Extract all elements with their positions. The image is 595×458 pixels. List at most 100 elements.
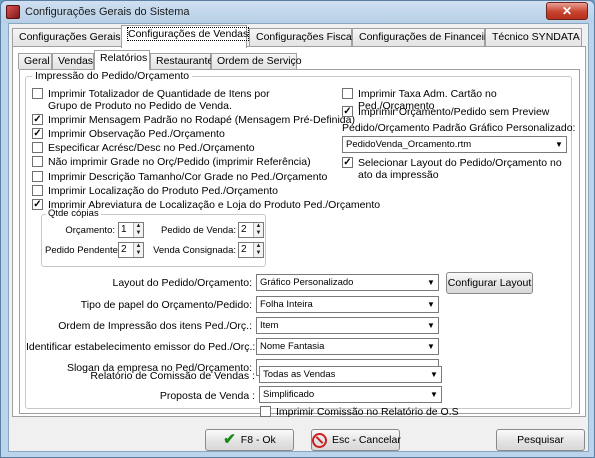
spinner-value: 2 (241, 224, 247, 235)
venda-consignada-spinner[interactable]: 2 ▲ ▼ (238, 242, 264, 258)
checkbox-box (32, 171, 43, 182)
chk-acresc-desc[interactable]: Especificar Acrésc/Desc no Ped./Orçament… (32, 142, 255, 154)
select-value: Item (260, 320, 279, 331)
title-bar[interactable]: Configurações Gerais do Sistema ✕ (1, 1, 594, 23)
pedido-pendente-label: Pedido Pendente: (45, 245, 121, 256)
padrao-grafico-select[interactable]: PedidoVenda_Orcamento.rtm ▼ (342, 136, 567, 153)
checkbox-label: Especificar Acrésc/Desc no Ped./Orçament… (48, 142, 255, 154)
client-area: Configurações Gerais Configurações de Ve… (8, 23, 589, 452)
qtde-title: Qtde cópias (46, 208, 101, 219)
proposta-label: Proposta de Venda : (159, 390, 255, 402)
select-value: Todas as Vendas (263, 369, 336, 380)
vendas-tab-panel: Geral Vendas Relatórios Restaurante Orde… (12, 46, 586, 417)
main-window: Configurações Gerais do Sistema ✕ Config… (0, 0, 595, 458)
tab-label: Configurações Fiscais (256, 31, 360, 43)
impressao-groupbox: Impressão do Pedido/Orçamento Imprimir T… (25, 70, 576, 409)
chevron-down-icon[interactable]: ▼ (424, 318, 438, 333)
subtab-geral[interactable]: Geral (18, 53, 52, 69)
chk-imprimir-comissao[interactable]: Imprimir Comissão no Relatório de O.S (260, 406, 459, 418)
spinner-value: 2 (121, 244, 127, 255)
identificar-label: Identificar estabelecimento emissor do P… (26, 341, 256, 353)
tab-configuracoes-vendas[interactable]: Configurações de Vendas (121, 25, 250, 48)
layout-label: Layout do Pedido/Orçamento: (112, 277, 252, 289)
check-icon: ✔ (223, 431, 236, 449)
spinner-arrows-icon[interactable]: ▲ ▼ (253, 223, 263, 237)
select-value: PedidoVenda_Orcamento.rtm (346, 139, 472, 150)
spinner-value: 1 (121, 224, 127, 235)
subtab-restaurante[interactable]: Restaurante (150, 53, 213, 69)
checkbox-box (32, 156, 43, 167)
tipo-papel-select[interactable]: Folha Inteira ▼ (256, 296, 439, 313)
subtab-ordem-servico[interactable]: Ordem de Serviço (211, 53, 302, 69)
pesquisar-button[interactable]: Pesquisar (496, 429, 585, 451)
chk-totalizador[interactable]: Imprimir Totalizador de Quantidade de It… (32, 88, 270, 112)
tab-configuracoes-gerais[interactable]: Configurações Gerais (12, 28, 123, 47)
select-value: Nome Fantasia (260, 341, 325, 352)
cancel-icon (312, 432, 327, 448)
ordem-select[interactable]: Item ▼ (256, 317, 439, 334)
pedido-pendente-spinner[interactable]: 2 ▲ ▼ (118, 242, 144, 258)
venda-consignada-label: Venda Consignada: (153, 245, 236, 256)
select-value: Simplificado (263, 389, 315, 400)
checkbox-box (32, 185, 43, 196)
checkbox-label: Imprimir Comissão no Relatório de O.S (276, 406, 459, 418)
chk-sem-preview[interactable]: ✓ Imprimir Orçamento/Pedido sem Preview (342, 106, 549, 118)
subtab-vendas[interactable]: Vendas (52, 53, 94, 69)
ok-button[interactable]: ✔ F8 - Ok (205, 429, 294, 451)
checkbox-box (260, 406, 271, 417)
spinner-arrows-icon[interactable]: ▲ ▼ (133, 223, 143, 237)
proposta-select[interactable]: Simplificado ▼ (259, 386, 442, 403)
chk-selecionar-layout[interactable]: ✓ Selecionar Layout do Pedido/Orçamento n… (342, 157, 562, 181)
chevron-down-icon[interactable]: ▼ (427, 367, 441, 382)
chevron-down-icon[interactable]: ▼ (424, 275, 438, 290)
checkbox-box: ✓ (32, 114, 43, 125)
checkbox-label: Imprimir Observação Ped./Orçamento (48, 128, 225, 140)
chk-mensagem-rodape[interactable]: ✓ Imprimir Mensagem Padrão no Rodapé (Men… (32, 114, 355, 126)
chk-localizacao[interactable]: Imprimir Localização do Produto Ped./Orç… (32, 185, 278, 197)
checkbox-label: Imprimir Mensagem Padrão no Rodapé (Mens… (48, 114, 355, 126)
chevron-down-icon[interactable]: ▼ (424, 339, 438, 354)
checkbox-box: ✓ (342, 157, 353, 168)
checkbox-box (32, 88, 43, 99)
checkbox-box: ✓ (342, 106, 353, 117)
chevron-down-icon[interactable]: ▼ (424, 297, 438, 312)
button-label: F8 - Ok (240, 434, 276, 446)
close-button[interactable]: ✕ (546, 2, 588, 20)
tab-configuracoes-financeiro[interactable]: Configurações de Financeiro (352, 28, 493, 47)
checkbox-label: Imprimir Orçamento/Pedido sem Preview (358, 106, 550, 118)
ordem-label: Ordem de Impressão dos itens Ped./Orç.: (58, 320, 252, 332)
button-label: Esc - Cancelar (332, 434, 401, 446)
window-title: Configurações Gerais do Sistema (25, 6, 190, 18)
checkbox-label: Não imprimir Grade no Orç/Pedido (imprim… (48, 156, 311, 168)
spinner-value: 2 (241, 244, 247, 255)
padrao-grafico-label: Pedido/Orçamento Padrão Gráfico Personal… (342, 122, 576, 134)
orcamento-spinner[interactable]: 1 ▲ ▼ (118, 222, 144, 238)
checkbox-box (342, 88, 353, 99)
checkbox-label: Imprimir Descrição Tamanho/Cor Grade no … (48, 171, 328, 183)
tab-label: Configurações Gerais (19, 31, 121, 43)
tab-configuracoes-fiscais[interactable]: Configurações Fiscais (249, 28, 359, 47)
chevron-down-icon[interactable]: ▼ (427, 387, 441, 402)
checkbox-label: Imprimir Totalizador de Quantidade de It… (48, 88, 270, 112)
select-value: Gráfico Personalizado (260, 277, 354, 288)
chk-nao-imprimir-grade[interactable]: Não imprimir Grade no Orç/Pedido (imprim… (32, 156, 311, 168)
checkbox-label: Selecionar Layout do Pedido/Orçamento no… (358, 157, 562, 181)
subtab-relatorios[interactable]: Relatórios (94, 50, 150, 70)
layout-select[interactable]: Gráfico Personalizado ▼ (256, 274, 439, 291)
pedido-venda-spinner[interactable]: 2 ▲ ▼ (238, 222, 264, 238)
tab-label: Configurações de Financeiro (359, 31, 494, 43)
group-title: Impressão do Pedido/Orçamento (32, 70, 193, 82)
chk-descricao-tamanho[interactable]: Imprimir Descrição Tamanho/Cor Grade no … (32, 171, 327, 183)
chevron-down-icon[interactable]: ▼ (552, 137, 566, 152)
tipo-papel-label: Tipo de papel do Orçamento/Pedido: (80, 299, 252, 311)
identificar-select[interactable]: Nome Fantasia ▼ (256, 338, 439, 355)
relatorio-comissao-select[interactable]: Todas as Vendas ▼ (259, 366, 442, 383)
chk-observacao[interactable]: ✓ Imprimir Observação Ped./Orçamento (32, 128, 225, 140)
spinner-arrows-icon[interactable]: ▲ ▼ (253, 243, 263, 257)
checkbox-box: ✓ (32, 199, 43, 210)
orcamento-label: Orçamento: (65, 225, 115, 236)
spinner-arrows-icon[interactable]: ▲ ▼ (133, 243, 143, 257)
tab-tecnico-syndata[interactable]: Técnico SYNDATA (485, 28, 582, 47)
configurar-layout-button[interactable]: Configurar Layout (446, 272, 533, 294)
cancel-button[interactable]: Esc - Cancelar (311, 429, 401, 451)
